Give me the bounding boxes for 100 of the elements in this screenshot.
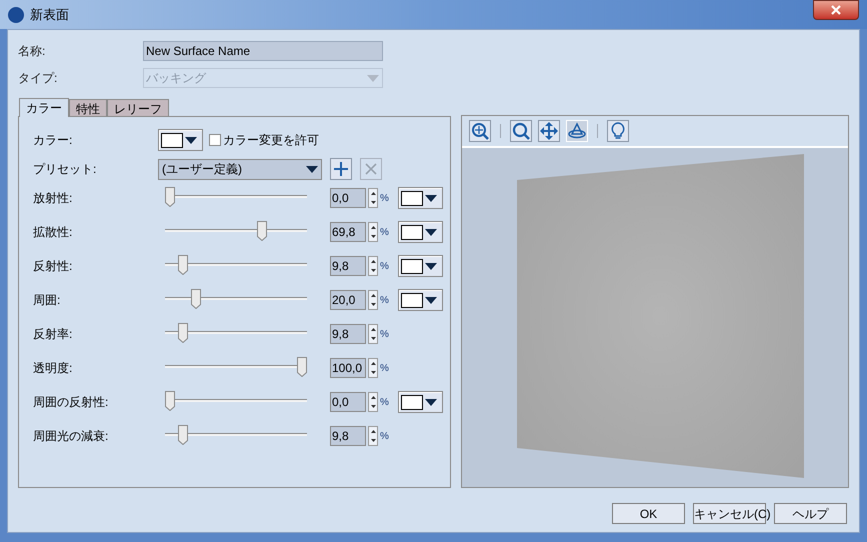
number-field[interactable]: 0,0 bbox=[330, 188, 366, 208]
field-label: 周囲の反射性: bbox=[33, 394, 110, 411]
number-field[interactable]: 100,0 bbox=[330, 358, 366, 378]
color-swatch bbox=[401, 394, 423, 410]
number-field[interactable]: 9,8 bbox=[330, 324, 366, 344]
unit-label: % bbox=[380, 294, 390, 308]
color-picker[interactable] bbox=[398, 221, 443, 243]
field-label: 周囲: bbox=[33, 292, 62, 309]
field-label: 名称: bbox=[18, 43, 46, 60]
slider-thumb[interactable] bbox=[191, 289, 202, 309]
up-arrow-icon bbox=[370, 192, 376, 195]
caret-icon bbox=[425, 228, 437, 236]
color-swatch bbox=[401, 258, 423, 274]
app-icon bbox=[8, 6, 24, 22]
slider-track[interactable] bbox=[165, 323, 307, 345]
field-label: 放射性: bbox=[33, 190, 74, 207]
spin-button[interactable] bbox=[368, 392, 378, 412]
up-arrow-icon bbox=[370, 294, 376, 297]
field-label: カラー: bbox=[33, 132, 74, 149]
zoom-icon bbox=[512, 122, 530, 140]
color-picker[interactable] bbox=[398, 255, 443, 277]
number-field[interactable]: 0,0 bbox=[330, 392, 366, 412]
close-icon bbox=[365, 163, 377, 175]
number-field[interactable]: 20,0 bbox=[330, 290, 366, 310]
slider-track[interactable] bbox=[165, 357, 307, 379]
preset-dropdown[interactable]: (ユーザー定義) bbox=[158, 158, 322, 180]
spin-button[interactable] bbox=[368, 188, 378, 208]
slider-track[interactable] bbox=[165, 255, 307, 277]
slider-thumb[interactable] bbox=[297, 357, 307, 377]
color-picker[interactable] bbox=[398, 289, 443, 311]
spin-button[interactable] bbox=[368, 426, 378, 446]
caret-icon bbox=[185, 136, 197, 144]
slider-thumb[interactable] bbox=[178, 323, 188, 343]
caret-icon bbox=[306, 166, 318, 172]
slider-thumb[interactable] bbox=[257, 221, 268, 241]
checkbox[interactable]: カラー変更を許可 bbox=[209, 131, 319, 149]
down-arrow-icon bbox=[370, 405, 376, 408]
window-title: 新表面 bbox=[30, 6, 69, 24]
lightbulb-icon bbox=[610, 122, 626, 140]
add-button[interactable] bbox=[330, 158, 352, 180]
up-arrow-icon bbox=[370, 396, 376, 399]
close-icon bbox=[831, 5, 841, 15]
toolbar-button[interactable] bbox=[538, 120, 560, 142]
zoom-fit-icon bbox=[471, 122, 489, 140]
close-button[interactable] bbox=[813, 0, 859, 20]
up-arrow-icon bbox=[370, 226, 376, 229]
dialog-button[interactable]: OK bbox=[612, 503, 685, 524]
field-label: 拡散性: bbox=[33, 224, 74, 241]
slider-thumb[interactable] bbox=[165, 187, 175, 207]
slider-track[interactable] bbox=[165, 187, 307, 209]
spin-button[interactable] bbox=[368, 222, 378, 242]
caret-icon bbox=[425, 194, 437, 202]
spin-button[interactable] bbox=[368, 358, 378, 378]
move-arrows-icon bbox=[540, 122, 558, 140]
caret-icon bbox=[425, 296, 437, 304]
down-arrow-icon bbox=[370, 235, 376, 238]
slider-thumb[interactable] bbox=[178, 425, 188, 445]
color-swatch bbox=[401, 292, 423, 308]
field-label: 反射性: bbox=[33, 258, 74, 275]
dialog-button[interactable]: ヘルプ bbox=[774, 503, 847, 524]
tab[interactable]: 特性 bbox=[69, 99, 107, 116]
spin-button[interactable] bbox=[368, 290, 378, 310]
unit-label: % bbox=[380, 396, 390, 410]
field-label: 反射率: bbox=[33, 326, 74, 343]
down-arrow-icon bbox=[370, 371, 376, 374]
color-swatch bbox=[161, 132, 183, 148]
plus-icon bbox=[334, 162, 348, 176]
number-field[interactable]: 9,8 bbox=[330, 256, 366, 276]
slider-thumb[interactable] bbox=[178, 255, 188, 275]
color-swatch bbox=[401, 224, 423, 240]
slider-track[interactable] bbox=[165, 391, 307, 413]
up-arrow-icon bbox=[370, 362, 376, 365]
down-arrow-icon bbox=[370, 201, 376, 204]
color-picker[interactable] bbox=[398, 391, 443, 413]
down-arrow-icon bbox=[370, 439, 376, 442]
slider-track[interactable] bbox=[165, 289, 307, 311]
spin-button[interactable] bbox=[368, 256, 378, 276]
tab[interactable]: カラー bbox=[19, 98, 69, 117]
slider-track[interactable] bbox=[165, 221, 307, 243]
caret-icon bbox=[367, 74, 379, 82]
toolbar-button[interactable] bbox=[607, 120, 629, 142]
slider-thumb[interactable] bbox=[165, 391, 175, 411]
field-label: タイプ: bbox=[18, 70, 58, 87]
slider-track[interactable] bbox=[165, 425, 307, 447]
spin-button[interactable] bbox=[368, 324, 378, 344]
tab[interactable]: レリーフ bbox=[107, 99, 169, 116]
down-arrow-icon bbox=[370, 303, 376, 306]
color-picker[interactable] bbox=[158, 129, 203, 151]
caret-icon bbox=[425, 262, 437, 270]
unit-label: % bbox=[380, 328, 390, 342]
color-picker[interactable] bbox=[398, 187, 443, 209]
number-field[interactable]: 9,8 bbox=[330, 426, 366, 446]
field-label: 周囲光の減衰: bbox=[33, 428, 110, 445]
up-arrow-icon bbox=[370, 328, 376, 331]
down-arrow-icon bbox=[370, 337, 376, 340]
field-label: 透明度: bbox=[33, 360, 74, 377]
toolbar-button[interactable] bbox=[510, 120, 532, 142]
toolbar-button[interactable] bbox=[469, 120, 491, 142]
number-field[interactable]: 69,8 bbox=[330, 222, 366, 242]
name-field[interactable]: New Surface Name bbox=[143, 41, 383, 61]
